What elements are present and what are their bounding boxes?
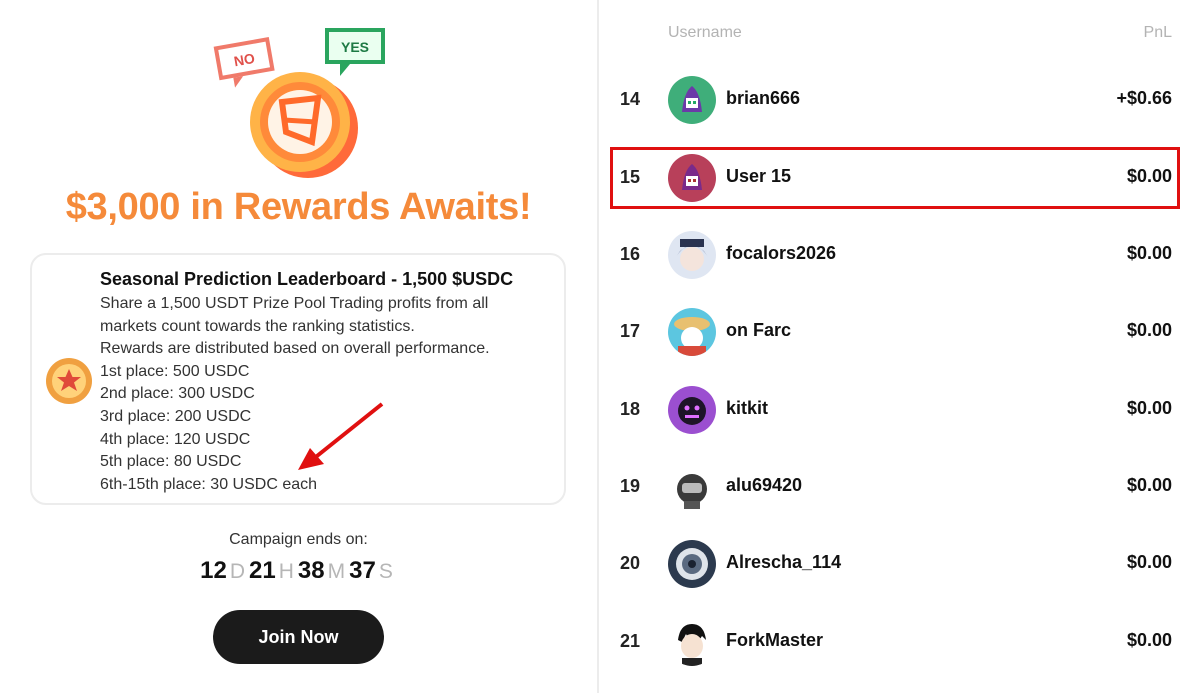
card-description-line: Rewards are distributed based on overall…	[100, 340, 490, 358]
avatar	[668, 76, 716, 124]
row-username: Alrescha_114	[726, 552, 842, 572]
row-username: brian666	[726, 88, 801, 108]
campaign-ends-label: Campaign ends on:	[229, 531, 368, 548]
prize-line-6th-15th: 6th-15th place: 30 USDC each	[100, 475, 318, 493]
row-pnl: $0.00	[1126, 475, 1172, 495]
countdown-minutes: 38	[297, 557, 325, 584]
medal-star-icon	[46, 358, 92, 404]
avatar	[668, 463, 716, 511]
campaign-panel: NO YES $3,000 in Rewards Awaits! Seasona…	[0, 0, 597, 693]
row-username: focalors2026	[726, 243, 837, 263]
row-username: ForkMaster	[726, 630, 824, 650]
highlight-box-annotation	[610, 147, 1180, 209]
row-rank: 19	[620, 476, 641, 496]
row-username: alu69420	[726, 475, 803, 495]
countdown-timer: 12 D 21 H 38 M 37 S	[0, 557, 597, 585]
card-description-line: markets count towards the ranking statis…	[100, 317, 415, 335]
row-pnl: $0.00	[1126, 630, 1172, 650]
row-pnl: $0.00	[1126, 243, 1172, 263]
no-bubble-icon: NO	[213, 37, 275, 88]
row-rank: 17	[620, 321, 641, 341]
row-pnl: $0.00	[1126, 398, 1172, 418]
leaderboard-row[interactable]: 20 Alrescha_114 $0.00	[599, 525, 1200, 603]
avatar	[668, 308, 716, 356]
countdown-seconds: 37	[349, 557, 376, 584]
leaderboard-panel: Username PnL 14 brian666 +$0.66 15 User …	[599, 0, 1200, 693]
row-username: on Farc	[726, 320, 792, 340]
row-pnl: $0.00	[1126, 552, 1172, 572]
countdown-hours: 21	[249, 557, 276, 584]
countdown-days-unit: D	[229, 560, 246, 583]
row-username: kitkit	[726, 398, 769, 418]
row-rank: 20	[620, 553, 641, 573]
pnl-column-header: PnL	[1143, 24, 1172, 41]
yes-bubble-icon: YES	[325, 28, 385, 76]
row-rank: 14	[620, 89, 641, 109]
row-rank: 21	[620, 631, 641, 651]
avatar	[668, 540, 716, 588]
countdown-seconds-unit: S	[378, 560, 393, 583]
avatar	[668, 618, 716, 666]
countdown-hours-unit: H	[278, 560, 294, 583]
avatar	[668, 386, 716, 434]
coin-logo-icon	[250, 72, 358, 178]
leaderboard-row[interactable]: 21 ForkMaster $0.00	[599, 603, 1200, 681]
join-now-button[interactable]: Join Now	[213, 610, 384, 664]
leaderboard-row[interactable]: 14 brian666 +$0.66	[599, 61, 1200, 139]
leaderboard-row[interactable]: 17 on Farc $0.00	[599, 293, 1200, 371]
reward-card-title: Seasonal Prediction Leaderboard - 1,500 …	[100, 269, 514, 289]
red-arrow-annotation	[298, 402, 384, 470]
leaderboard-row[interactable]: 19 alu69420 $0.00	[599, 448, 1200, 526]
leaderboard-row[interactable]: 18 kitkit $0.00	[599, 371, 1200, 449]
row-pnl: +$0.66	[1116, 88, 1172, 108]
headline: $3,000 in Rewards Awaits!	[65, 186, 532, 228]
card-description-line: Share a 1,500 USDT Prize Pool Trading pr…	[100, 295, 489, 312]
countdown-minutes-unit: M	[327, 560, 346, 583]
row-pnl: $0.00	[1126, 320, 1172, 340]
hero-illustration: NO YES	[213, 28, 385, 178]
prize-line-1st: 1st place: 500 USDC	[100, 362, 250, 380]
leaderboard-row[interactable]: 16 focalors2026 $0.00	[599, 216, 1200, 294]
row-rank: 16	[620, 244, 641, 264]
countdown-days: 12	[200, 557, 227, 584]
row-rank: 18	[620, 399, 641, 419]
yes-bubble-label: YES	[341, 39, 369, 55]
username-column-header: Username	[668, 24, 742, 41]
avatar	[668, 231, 716, 279]
